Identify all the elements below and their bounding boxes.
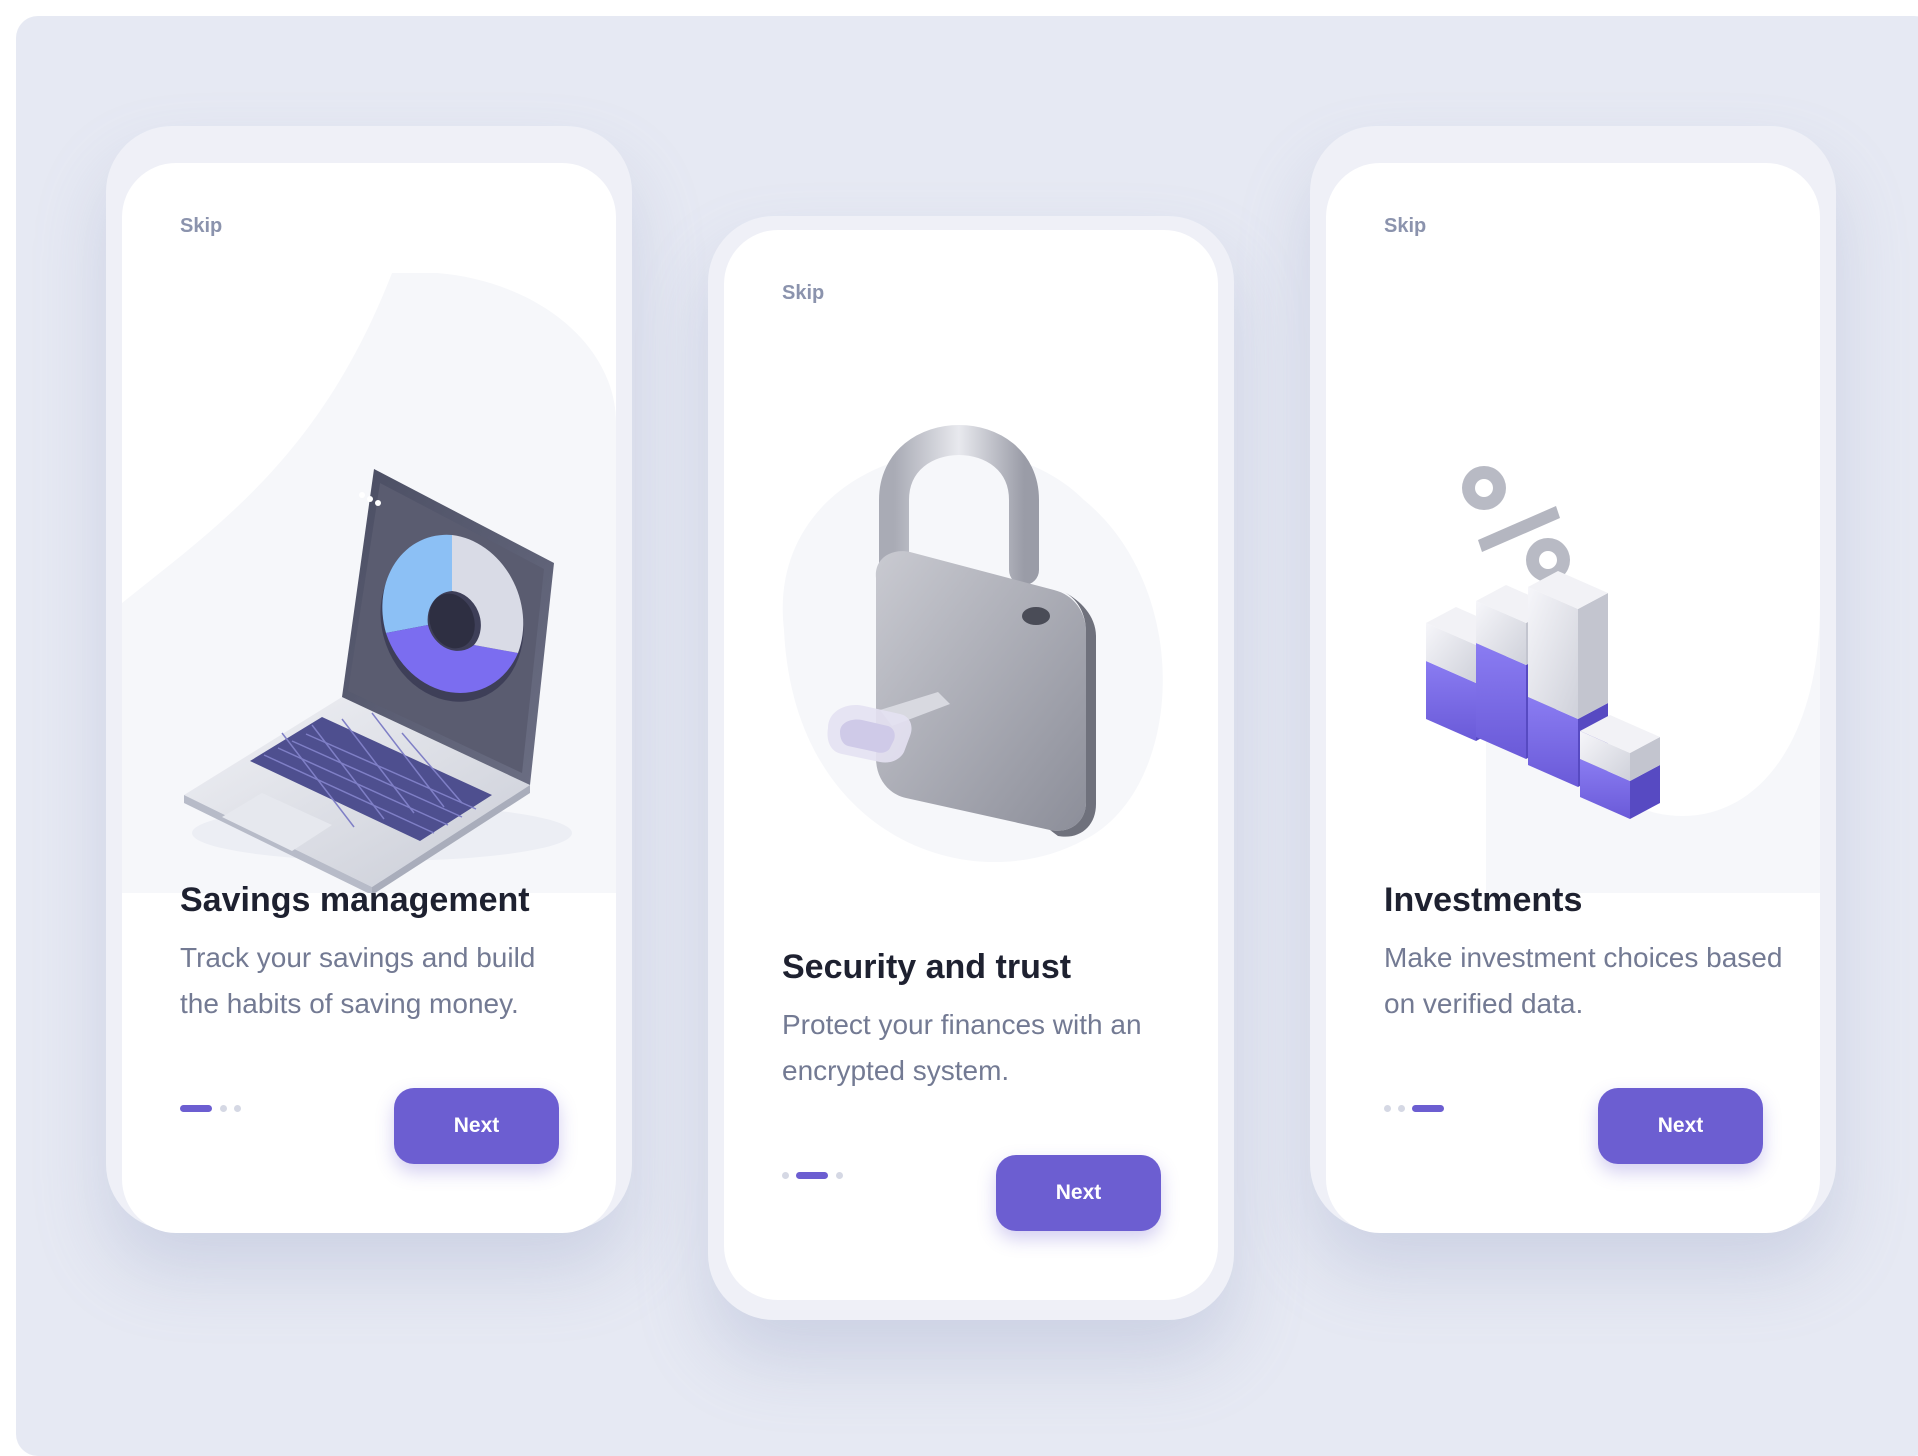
onboarding-screen-security: Skip Security and trust Protect your fin…	[724, 230, 1218, 1300]
canvas-background: Skip Savings management Track your savin…	[16, 16, 1918, 1456]
next-button[interactable]: Next	[1598, 1088, 1763, 1164]
pagination-dots	[180, 1105, 260, 1113]
pagination-dot	[782, 1172, 789, 1179]
screen-title: Security and trust	[782, 948, 1072, 986]
padlock-key-icon	[782, 425, 1163, 863]
screen-description: Make investment choices based on verifie…	[1384, 942, 1783, 1019]
next-button[interactable]: Next	[996, 1155, 1161, 1231]
onboarding-screen-savings: Skip Savings management Track your savin…	[122, 163, 616, 1233]
screen-description: Protect your finances with an encrypted …	[782, 1009, 1142, 1086]
laptop-chart-icon	[122, 273, 616, 893]
pagination-dots	[782, 1172, 862, 1180]
bar-chart-percent-icon	[1426, 466, 1820, 893]
onboarding-screen-investments: Skip Investments Make investment choices…	[1326, 163, 1820, 1233]
pagination-dot-active	[796, 1172, 828, 1179]
next-button[interactable]: Next	[394, 1088, 559, 1164]
skip-link[interactable]: Skip	[782, 282, 824, 305]
screen-title: Investments	[1384, 881, 1583, 919]
pagination-dot-active	[180, 1105, 212, 1112]
screen-description: Track your savings and build the habits …	[180, 942, 536, 1019]
skip-link[interactable]: Skip	[1384, 215, 1426, 238]
screen-title: Savings management	[180, 881, 530, 919]
pagination-dot-active	[1412, 1105, 1444, 1112]
pagination-dots	[1384, 1105, 1464, 1113]
pagination-dot	[234, 1105, 241, 1112]
pagination-dot	[836, 1172, 843, 1179]
pagination-dot	[1384, 1105, 1391, 1112]
skip-link[interactable]: Skip	[180, 215, 222, 238]
pagination-dot	[1398, 1105, 1405, 1112]
pagination-dot	[220, 1105, 227, 1112]
